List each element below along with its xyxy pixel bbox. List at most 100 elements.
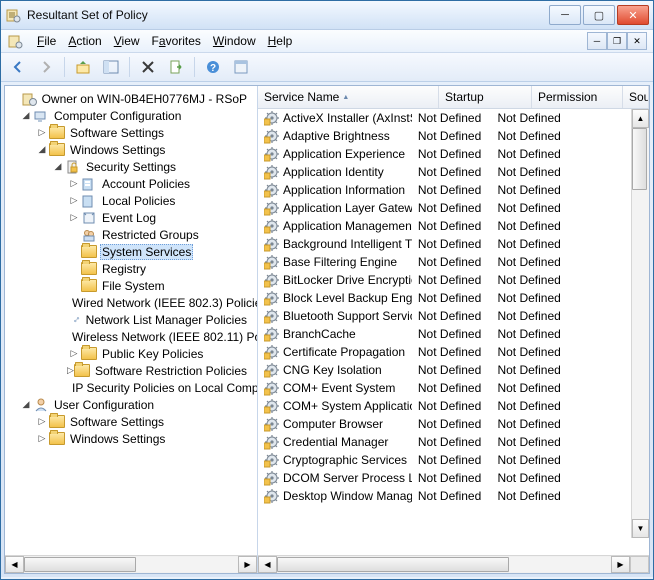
- toolbar: ?: [1, 53, 653, 82]
- service-row[interactable]: Desktop Window Manage...Not DefinedNot D…: [258, 487, 632, 505]
- service-row[interactable]: Background Intelligent Tr...Not DefinedN…: [258, 235, 632, 253]
- minimize-button[interactable]: ─: [549, 5, 581, 25]
- tree-user-windows[interactable]: ▷Windows Settings: [5, 430, 257, 447]
- permission-cell: Not Defined: [491, 363, 569, 377]
- service-row[interactable]: Certificate PropagationNot DefinedNot De…: [258, 343, 632, 361]
- export-button[interactable]: [163, 54, 189, 80]
- service-name-cell: Bluetooth Support Service: [283, 309, 412, 323]
- service-row[interactable]: COM+ System ApplicationNot DefinedNot De…: [258, 397, 632, 415]
- tree-root[interactable]: Owner on WIN-0B4EH0776MJ - RSoP: [5, 90, 257, 107]
- gear-icon: [264, 326, 280, 342]
- permission-cell: Not Defined: [491, 291, 569, 305]
- tree-registry[interactable]: Registry: [5, 260, 257, 277]
- tree-user-software[interactable]: ▷Software Settings: [5, 413, 257, 430]
- service-row[interactable]: Bluetooth Support ServiceNot DefinedNot …: [258, 307, 632, 325]
- tree-software-settings[interactable]: ▷Software Settings: [5, 124, 257, 141]
- mdi-icon: [7, 33, 23, 49]
- service-name-cell: COM+ System Application: [283, 399, 412, 413]
- tree-computer-config[interactable]: ◢Computer Configuration: [5, 107, 257, 124]
- list-hscroll-left[interactable]: ◀: [258, 556, 277, 573]
- back-button[interactable]: [5, 54, 31, 80]
- service-row[interactable]: Application ExperienceNot DefinedNot Def…: [258, 145, 632, 163]
- forward-button[interactable]: [33, 54, 59, 80]
- mdi-close-button[interactable]: ✕: [627, 32, 647, 50]
- up-button[interactable]: [70, 54, 96, 80]
- list-hscroll-right[interactable]: ▶: [611, 556, 630, 573]
- tree-event-log[interactable]: ▷Event Log: [5, 209, 257, 226]
- permission-cell: Not Defined: [491, 183, 569, 197]
- service-row[interactable]: DCOM Server Process Lau...Not DefinedNot…: [258, 469, 632, 487]
- permission-cell: Not Defined: [491, 435, 569, 449]
- list-body[interactable]: ActiveX Installer (AxInstSV)Not DefinedN…: [258, 109, 649, 555]
- tree-restricted-groups[interactable]: Restricted Groups: [5, 226, 257, 243]
- list-vscroll-up[interactable]: ▲: [632, 109, 649, 128]
- service-row[interactable]: Block Level Backup Engin...Not DefinedNo…: [258, 289, 632, 307]
- gear-icon: [264, 218, 280, 234]
- gear-icon: [264, 308, 280, 324]
- tree-wireless-network[interactable]: Wireless Network (IEEE 802.11) Policies: [5, 328, 257, 345]
- col-source[interactable]: Source: [623, 86, 649, 108]
- service-row[interactable]: Credential ManagerNot DefinedNot Defined: [258, 433, 632, 451]
- service-row[interactable]: Application Layer Gatewa...Not DefinedNo…: [258, 199, 632, 217]
- mdi-minimize-button[interactable]: ─: [587, 32, 607, 50]
- list-hscroll-thumb[interactable]: [277, 557, 509, 572]
- tree-file-system[interactable]: File System: [5, 277, 257, 294]
- menu-file[interactable]: File: [37, 34, 56, 48]
- tree-system-services[interactable]: System Services: [5, 243, 257, 260]
- service-row[interactable]: ActiveX Installer (AxInstSV)Not DefinedN…: [258, 109, 632, 127]
- list-hscroll[interactable]: ◀ ▶: [258, 555, 649, 573]
- tree-windows-settings[interactable]: ◢Windows Settings: [5, 141, 257, 158]
- tree-view[interactable]: Owner on WIN-0B4EH0776MJ - RSoP ◢Compute…: [5, 90, 257, 447]
- tree-public-key[interactable]: ▷Public Key Policies: [5, 345, 257, 362]
- service-row[interactable]: Adaptive BrightnessNot DefinedNot Define…: [258, 127, 632, 145]
- tree-ip-security[interactable]: IP Security Policies on Local Computer: [5, 379, 257, 396]
- gear-icon: [264, 254, 280, 270]
- col-permission[interactable]: Permission: [532, 86, 623, 108]
- menu-action[interactable]: Action: [68, 34, 101, 48]
- col-startup[interactable]: Startup: [439, 86, 532, 108]
- tree-user-config[interactable]: ◢User Configuration: [5, 396, 257, 413]
- service-row[interactable]: Application InformationNot DefinedNot De…: [258, 181, 632, 199]
- list-vscroll[interactable]: ▲ ▼: [631, 109, 649, 538]
- tree-local-policies[interactable]: ▷Local Policies: [5, 192, 257, 209]
- properties-button[interactable]: [228, 54, 254, 80]
- service-row[interactable]: Application ManagementNot DefinedNot Def…: [258, 217, 632, 235]
- tree-software-restriction[interactable]: ▷Software Restriction Policies: [5, 362, 257, 379]
- service-row[interactable]: Cryptographic ServicesNot DefinedNot Def…: [258, 451, 632, 469]
- tree-hscroll-right[interactable]: ▶: [238, 556, 257, 573]
- tree-hscroll-left[interactable]: ◀: [5, 556, 24, 573]
- list-vscroll-down[interactable]: ▼: [632, 519, 649, 538]
- tree-network-list[interactable]: Network List Manager Policies: [5, 311, 257, 328]
- menu-window[interactable]: Window: [213, 34, 256, 48]
- service-row[interactable]: BitLocker Drive Encryptio...Not DefinedN…: [258, 271, 632, 289]
- menu-view[interactable]: View: [114, 34, 140, 48]
- service-name-cell: Application Experience: [283, 147, 405, 161]
- menu-help[interactable]: Help: [268, 34, 293, 48]
- show-hide-tree-button[interactable]: [98, 54, 124, 80]
- menu-favorites[interactable]: Favorites: [152, 34, 201, 48]
- service-row[interactable]: COM+ Event SystemNot DefinedNot Defined: [258, 379, 632, 397]
- startup-cell: Not Defined: [412, 111, 492, 125]
- service-row[interactable]: Computer BrowserNot DefinedNot Defined: [258, 415, 632, 433]
- col-service-name[interactable]: Service Name: [258, 86, 439, 108]
- close-button[interactable]: ✕: [617, 5, 649, 25]
- service-row[interactable]: Application IdentityNot DefinedNot Defin…: [258, 163, 632, 181]
- service-row[interactable]: CNG Key IsolationNot DefinedNot Defined: [258, 361, 632, 379]
- tree-hscroll[interactable]: ◀ ▶: [5, 555, 257, 573]
- mdi-restore-button[interactable]: ❐: [607, 32, 627, 50]
- delete-button[interactable]: [135, 54, 161, 80]
- gear-icon: [264, 344, 280, 360]
- service-name-cell: Desktop Window Manage...: [283, 489, 412, 503]
- service-name-cell: Block Level Backup Engin...: [283, 291, 412, 305]
- service-row[interactable]: Base Filtering EngineNot DefinedNot Defi…: [258, 253, 632, 271]
- tree-wired-network[interactable]: Wired Network (IEEE 802.3) Policies: [5, 294, 257, 311]
- help-button[interactable]: ?: [200, 54, 226, 80]
- titlebar[interactable]: Resultant Set of Policy ─ ▢ ✕: [1, 1, 653, 30]
- startup-cell: Not Defined: [412, 237, 492, 251]
- maximize-button[interactable]: ▢: [583, 5, 615, 25]
- tree-hscroll-thumb[interactable]: [24, 557, 136, 572]
- tree-account-policies[interactable]: ▷Account Policies: [5, 175, 257, 192]
- tree-security-settings[interactable]: ◢Security Settings: [5, 158, 257, 175]
- service-row[interactable]: BranchCacheNot DefinedNot Defined: [258, 325, 632, 343]
- list-vscroll-thumb[interactable]: [632, 128, 647, 190]
